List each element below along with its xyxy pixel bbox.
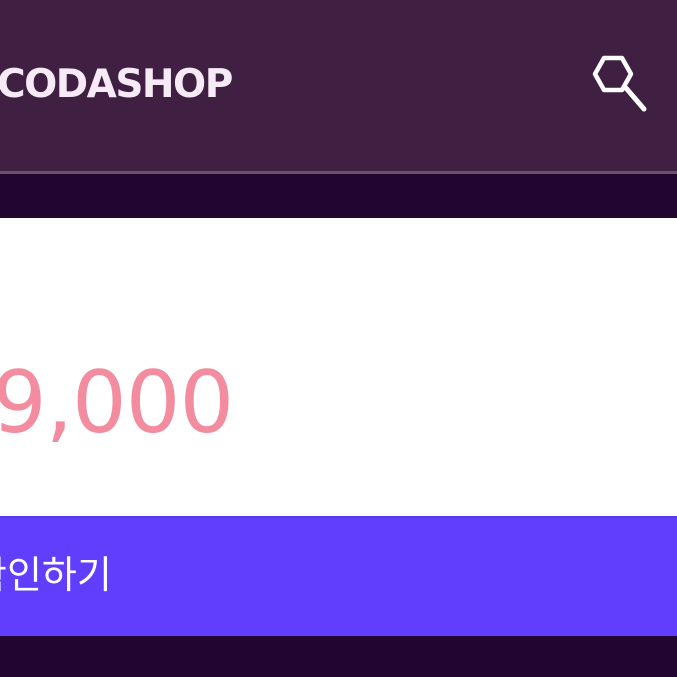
codashop-logo[interactable]: CODASHOP <box>0 60 233 110</box>
page: CODASHOP 9,000 확인하기 <box>0 0 677 677</box>
top-header: CODASHOP <box>0 0 677 171</box>
price-amount: 9,000 <box>0 353 234 453</box>
confirm-button-label: 확인하기 <box>0 553 112 597</box>
section-gap <box>0 174 677 218</box>
search-icon <box>592 55 647 112</box>
search-button[interactable] <box>576 46 656 126</box>
bottom-gap <box>0 636 677 677</box>
confirm-button[interactable]: 확인하기 <box>0 516 677 636</box>
